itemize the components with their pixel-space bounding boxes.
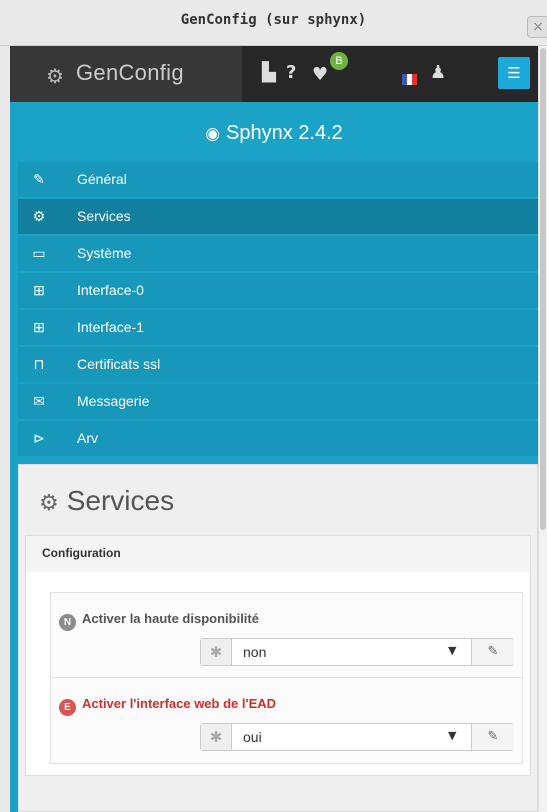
nav-item-arv[interactable]: ⊳ Arv [18, 421, 538, 456]
notification-badge: B [330, 52, 348, 70]
configuration-body: N Activer la haute disponibilité ✱ non ▼ … [25, 572, 531, 776]
window-title: GenConfig (sur sphynx) [180, 12, 367, 28]
dashboard-icon: ◉ [205, 124, 221, 143]
desktop-icon: ▭ [32, 245, 46, 261]
select-value: oui [243, 729, 262, 745]
nav-item-label: Interface-1 [77, 319, 144, 335]
product-title: ◉ Sphynx 2.4.2 [10, 122, 538, 145]
asterisk-icon: ✱ [201, 639, 232, 665]
envelope-icon: ✉ [33, 393, 45, 409]
edit-icon[interactable]: ✎ [471, 724, 514, 750]
edit-icon[interactable]: ✎ [471, 639, 514, 665]
nav-item-label: Système [77, 245, 132, 261]
nav-item-label: Général [77, 171, 127, 187]
nav-item-messagerie[interactable]: ✉ Messagerie [18, 384, 538, 419]
gears-icon: ⚙ [32, 208, 46, 224]
tag-icon[interactable]: ♥ [312, 64, 328, 85]
brand[interactable]: ⚙ GenConfig [10, 46, 242, 102]
nav-item-systeme[interactable]: ▭ Système [18, 236, 538, 271]
nav-item-label: Certificats ssl [77, 356, 161, 372]
nav-item-label: Services [77, 208, 131, 224]
flag-fr-icon[interactable] [402, 70, 418, 85]
main-content: ◉ Sphynx 2.4.2 ✎ Général ⚙ Services ▭ Systèm… [10, 102, 538, 812]
brand-label: GenConfig [76, 60, 184, 85]
nav-item-interface-1[interactable]: ⊞ Interface-1 [18, 310, 538, 345]
mode-badge: N [59, 614, 76, 631]
field-label-text: Activer la haute disponibilité [82, 611, 259, 626]
sitemap-icon: ⊞ [33, 319, 45, 335]
gears-icon: ⚙ [46, 66, 64, 88]
gears-icon: ⚙ [39, 490, 59, 515]
services-panel: ⚙ Services Configuration N Activer la haut… [18, 464, 538, 812]
scrollbar[interactable] [538, 46, 547, 812]
select-interface-web-ead[interactable]: ✱ oui ▼ ✎ [200, 723, 514, 751]
app-header: ⚙ GenConfig ▙ ? ♥ B ♟ ☰ [10, 46, 538, 102]
field-haute-disponibilite: N Activer la haute disponibilité ✱ non ▼ … [50, 592, 523, 678]
nav-item-certificats-ssl[interactable]: ⊓ Certificats ssl [18, 347, 538, 382]
wrench-icon: ✎ [33, 171, 45, 187]
product-name: Sphynx 2.4.2 [226, 122, 343, 144]
field-label: E Activer l'interface web de l'EAD [59, 696, 276, 716]
page-title: ⚙ Services [39, 485, 174, 517]
select-haute-disponibilite[interactable]: ✱ non ▼ ✎ [200, 638, 514, 666]
nav-item-interface-0[interactable]: ⊞ Interface-0 [18, 273, 538, 308]
sitemap-icon: ⊞ [33, 282, 45, 298]
page-title-text: Services [66, 485, 175, 516]
help-icon[interactable]: ? [286, 62, 296, 83]
nav-item-label: Arv [77, 430, 98, 446]
asterisk-icon: ✱ [201, 724, 232, 750]
scrollbar-thumb[interactable] [540, 48, 546, 530]
nav-item-label: Interface-0 [77, 282, 144, 298]
caret-down-icon: ▼ [448, 729, 457, 742]
field-label-text: Activer l'interface web de l'EAD [82, 696, 277, 711]
nav-item-services[interactable]: ⚙ Services [18, 199, 538, 234]
file-icon[interactable]: ▙ [262, 62, 276, 83]
configuration-label: Configuration [42, 546, 121, 560]
mode-badge: E [59, 699, 76, 716]
nav-item-general[interactable]: ✎ Général [18, 162, 538, 197]
field-interface-web-ead: E Activer l'interface web de l'EAD ✱ oui … [50, 678, 523, 764]
lock-icon: ⊓ [33, 356, 45, 372]
configuration-header[interactable]: Configuration [25, 535, 531, 573]
user-icon[interactable]: ♟ [430, 62, 446, 83]
window-titlebar: GenConfig (sur sphynx) × [0, 0, 547, 46]
close-icon[interactable]: × [527, 16, 547, 38]
select-value: non [243, 644, 267, 660]
caret-down-icon: ▼ [448, 644, 457, 657]
field-label: N Activer la haute disponibilité [59, 611, 259, 631]
nav-item-label: Messagerie [77, 393, 150, 409]
tags-icon: ⊳ [33, 430, 45, 446]
section-nav: ✎ Général ⚙ Services ▭ Système ⊞ Interface-0… [18, 162, 538, 458]
menu-toggle-button[interactable]: ☰ [498, 57, 530, 89]
